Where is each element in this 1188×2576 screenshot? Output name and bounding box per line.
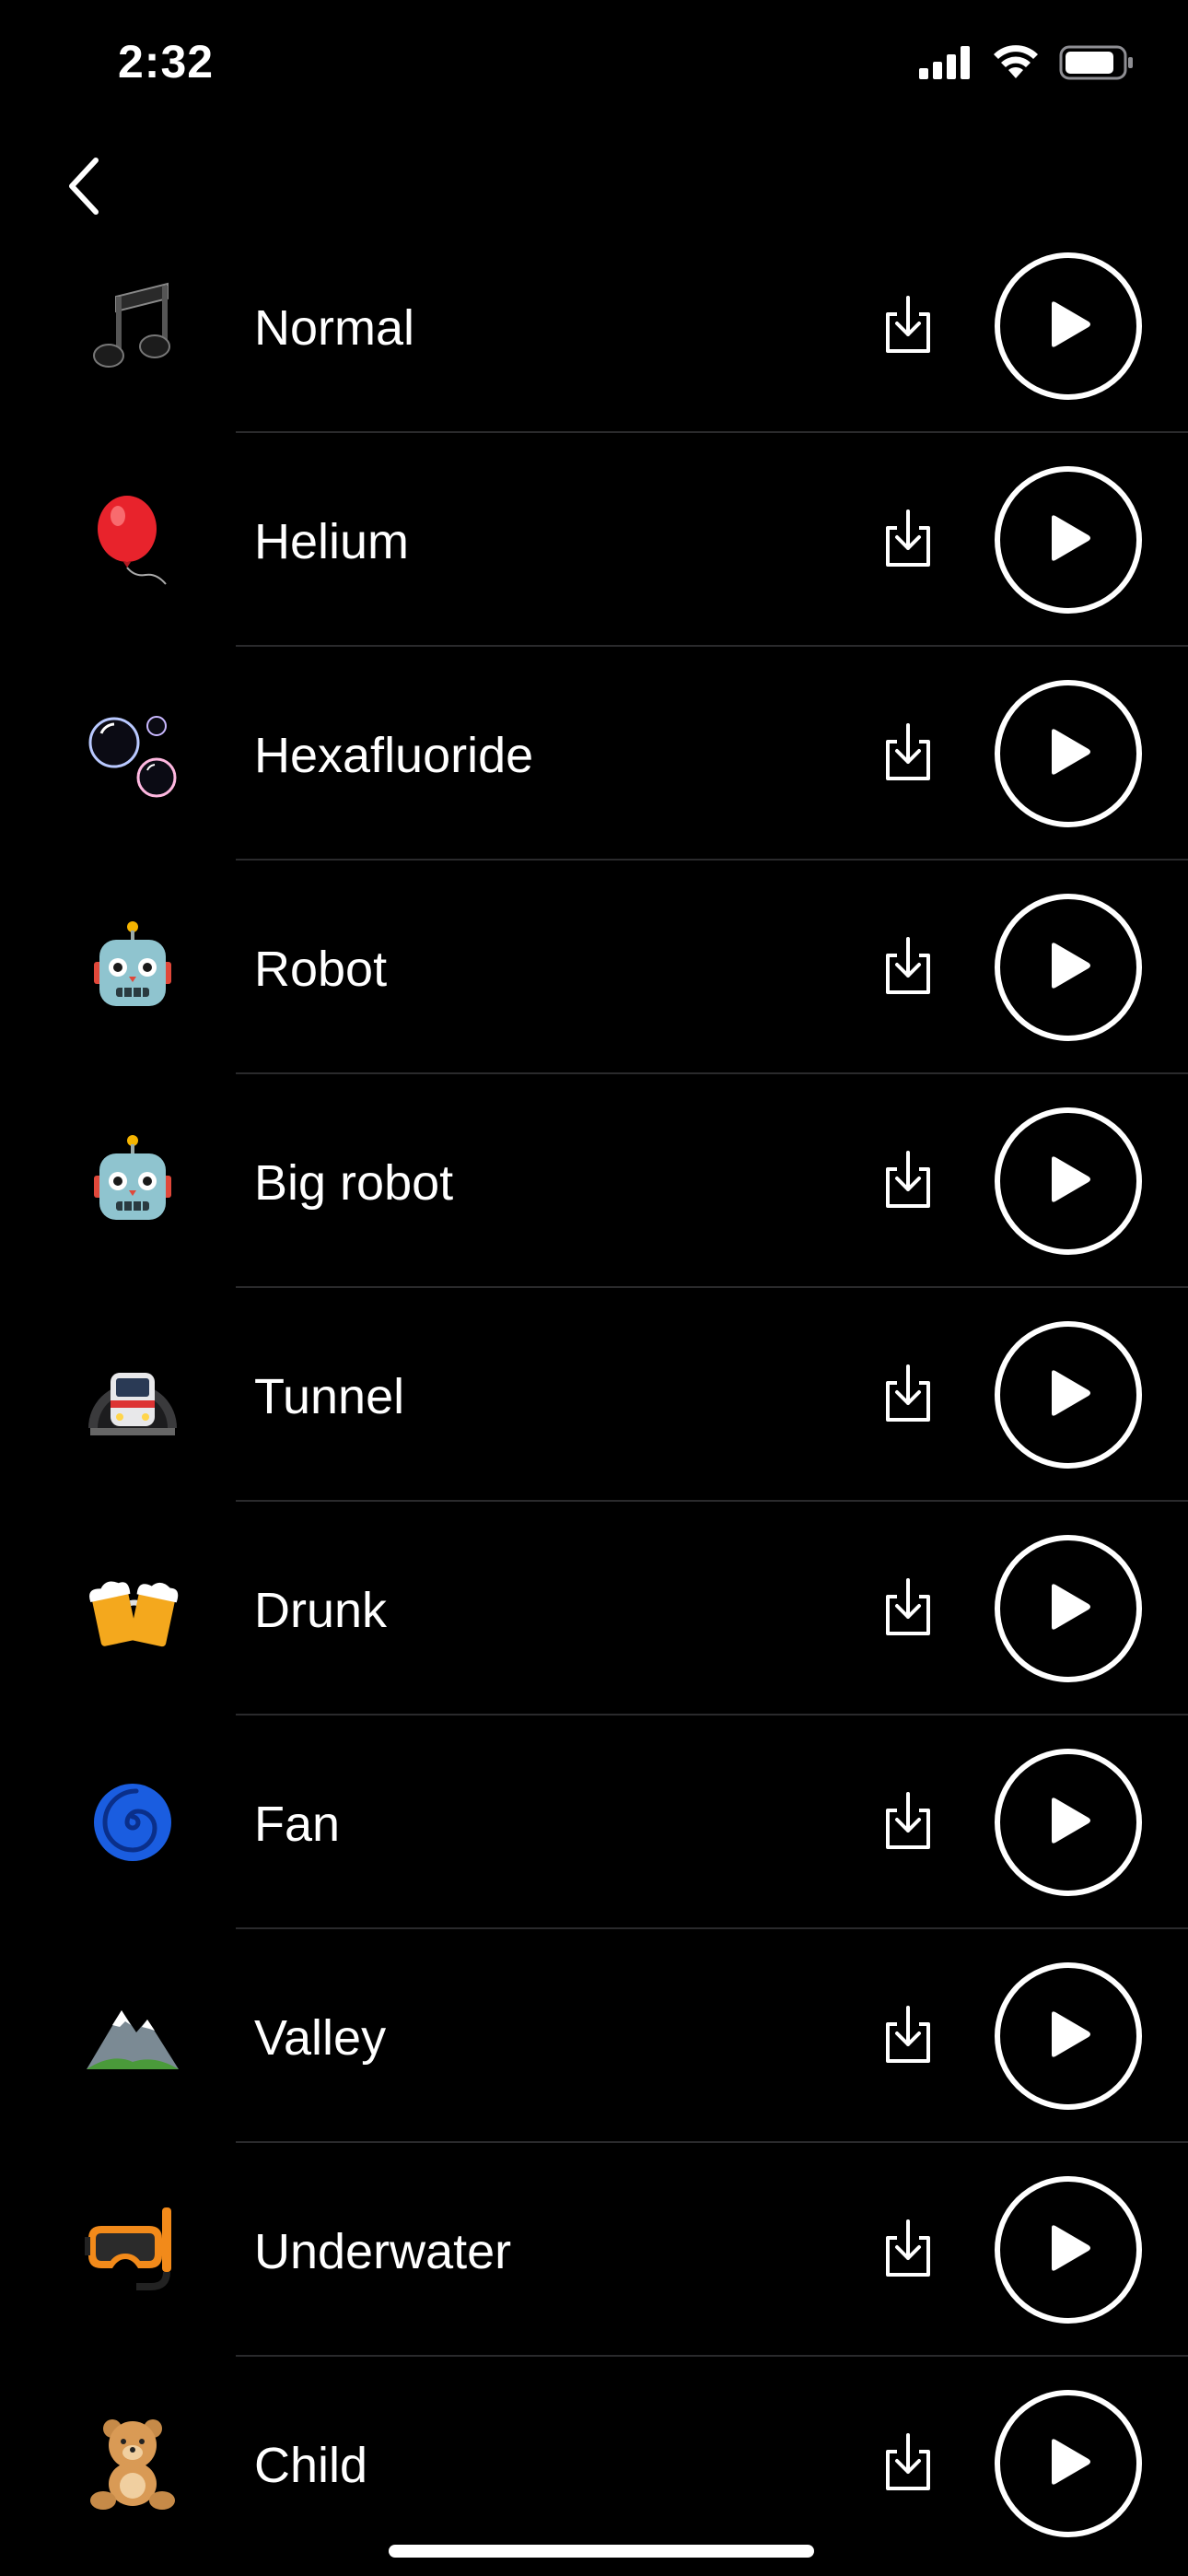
effect-name: Hexafluoride: [254, 728, 534, 783]
cellular-signal-icon: [919, 46, 973, 79]
app-screen: 2:32 Normal Helium Hexafluoride Robot Bi…: [0, 0, 1188, 2576]
download-icon: [880, 935, 936, 1001]
download-icon: [880, 1149, 936, 1214]
download-icon: [880, 2004, 936, 2069]
cyclone-icon: [85, 1774, 181, 1870]
play-icon: [1044, 2222, 1092, 2278]
download-icon: [880, 2218, 936, 2283]
download-icon: [880, 1576, 936, 1642]
effect-row-robot[interactable]: Robot: [0, 861, 1188, 1074]
download-button[interactable]: [875, 2217, 941, 2283]
download-button[interactable]: [875, 1575, 941, 1642]
play-button[interactable]: [995, 1535, 1142, 1682]
download-button[interactable]: [875, 2003, 941, 2069]
effect-row-underwater[interactable]: Underwater: [0, 2143, 1188, 2357]
musical-notes-icon: [85, 278, 181, 374]
effect-name: Normal: [254, 300, 415, 356]
play-icon: [1044, 2436, 1092, 2492]
play-icon: [1044, 1795, 1092, 1851]
beer-mugs-icon: [85, 1561, 181, 1657]
play-button[interactable]: [995, 1749, 1142, 1896]
metro-train-icon: [85, 1347, 181, 1443]
effect-row-valley[interactable]: Valley: [0, 1929, 1188, 2143]
back-button[interactable]: [55, 151, 111, 225]
play-button[interactable]: [995, 252, 1142, 400]
effect-row-hexafluoride[interactable]: Hexafluoride: [0, 647, 1188, 861]
play-icon: [1044, 1153, 1092, 1210]
download-button[interactable]: [875, 1789, 941, 1856]
play-icon: [1044, 1581, 1092, 1637]
download-button[interactable]: [875, 720, 941, 787]
status-bar: 2:32: [0, 0, 1188, 129]
play-button[interactable]: [995, 894, 1142, 1041]
download-icon: [880, 2431, 936, 2497]
effect-row-normal[interactable]: Normal: [0, 219, 1188, 433]
effect-name: Helium: [254, 514, 410, 569]
status-icons: [919, 44, 1135, 81]
play-icon: [1044, 726, 1092, 782]
play-button[interactable]: [995, 1962, 1142, 2110]
effect-row-drunk[interactable]: Drunk: [0, 1502, 1188, 1715]
bubbles-icon: [85, 706, 181, 802]
diving-mask-icon: [85, 2202, 181, 2298]
effect-name: Tunnel: [254, 1369, 405, 1424]
snow-mountain-icon: [85, 1988, 181, 2084]
download-button[interactable]: [875, 2430, 941, 2497]
status-time: 2:32: [118, 36, 215, 88]
download-icon: [880, 508, 936, 573]
download-button[interactable]: [875, 934, 941, 1001]
play-icon: [1044, 1367, 1092, 1423]
robot-icon: [85, 1133, 181, 1229]
play-button[interactable]: [995, 466, 1142, 614]
download-icon: [880, 1790, 936, 1856]
battery-icon: [1059, 44, 1135, 81]
download-button[interactable]: [875, 1362, 941, 1428]
play-icon: [1044, 299, 1092, 355]
balloon-icon: [85, 492, 181, 588]
effect-row-helium[interactable]: Helium: [0, 433, 1188, 647]
play-button[interactable]: [995, 680, 1142, 827]
play-button[interactable]: [995, 2176, 1142, 2324]
effect-name: Valley: [254, 2010, 387, 2066]
robot-icon: [85, 919, 181, 1015]
play-icon: [1044, 940, 1092, 996]
effect-name: Big robot: [254, 1155, 454, 1211]
play-button[interactable]: [995, 1107, 1142, 1255]
effect-name: Fan: [254, 1797, 341, 1852]
download-button[interactable]: [875, 507, 941, 573]
effect-row-fan[interactable]: Fan: [0, 1715, 1188, 1929]
effect-row-tunnel[interactable]: Tunnel: [0, 1288, 1188, 1502]
effect-name: Drunk: [254, 1583, 388, 1638]
teddy-bear-icon: [85, 2416, 181, 2512]
wifi-icon: [993, 45, 1039, 80]
play-button[interactable]: [995, 2390, 1142, 2537]
play-button[interactable]: [995, 1321, 1142, 1469]
chevron-left-icon: [64, 157, 101, 220]
effect-row-child[interactable]: Child: [0, 2357, 1188, 2570]
download-icon: [880, 294, 936, 359]
home-indicator[interactable]: [389, 2545, 814, 2558]
play-icon: [1044, 2008, 1092, 2065]
play-icon: [1044, 512, 1092, 568]
effect-name: Robot: [254, 942, 388, 997]
download-button[interactable]: [875, 293, 941, 359]
effect-row-big-robot[interactable]: Big robot: [0, 1074, 1188, 1288]
effect-name: Child: [254, 2438, 368, 2493]
download-button[interactable]: [875, 1148, 941, 1214]
download-icon: [880, 721, 936, 787]
effect-name: Underwater: [254, 2224, 512, 2279]
download-icon: [880, 1363, 936, 1428]
